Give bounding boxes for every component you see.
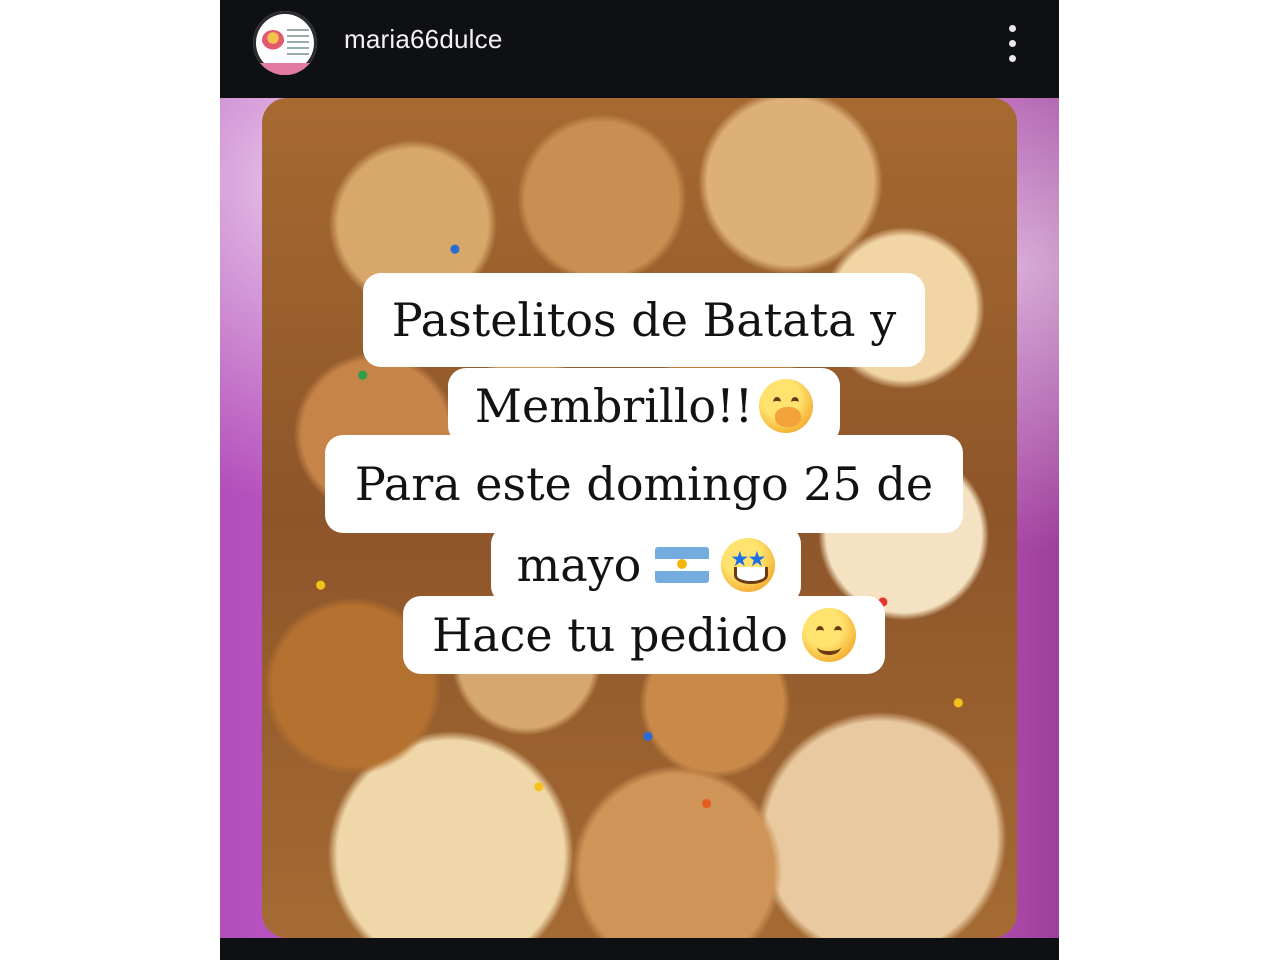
caption-line-2: Membrillo!! (448, 368, 840, 444)
instagram-post-frame: maria66dulce Pastelitos de Batata y Memb… (220, 0, 1059, 960)
avatar[interactable] (253, 11, 317, 75)
argentina-flag-emoji (655, 547, 710, 583)
username[interactable]: maria66dulce (344, 24, 503, 55)
caption-line-1: Pastelitos de Batata y (363, 273, 925, 367)
caption-line-3: Para este domingo 25 de (325, 435, 963, 533)
caption-text-3: Para este domingo 25 de (354, 457, 934, 511)
caption-text-1: Pastelitos de Batata y (391, 293, 897, 347)
caption-line-4: mayo ★ ★ (491, 526, 801, 604)
caption-text-5: Hace tu pedido (432, 608, 788, 662)
bakery-logo-icon (262, 30, 284, 50)
caption-text-4: mayo (516, 538, 642, 592)
logo-text-lines (287, 29, 309, 55)
caption-line-5: Hace tu pedido (403, 596, 885, 674)
more-options-icon[interactable] (1000, 24, 1024, 64)
post-photo[interactable]: Pastelitos de Batata y Membrillo!! Para … (220, 98, 1059, 938)
post-footer-bar (220, 938, 1059, 960)
logo-band (253, 63, 317, 75)
post-header: maria66dulce (220, 0, 1059, 98)
caption-text-2: Membrillo!! (474, 379, 754, 433)
smiling-face-emoji (801, 608, 856, 662)
star-struck-emoji: ★ ★ (721, 538, 776, 592)
hand-over-mouth-emoji (759, 379, 814, 433)
